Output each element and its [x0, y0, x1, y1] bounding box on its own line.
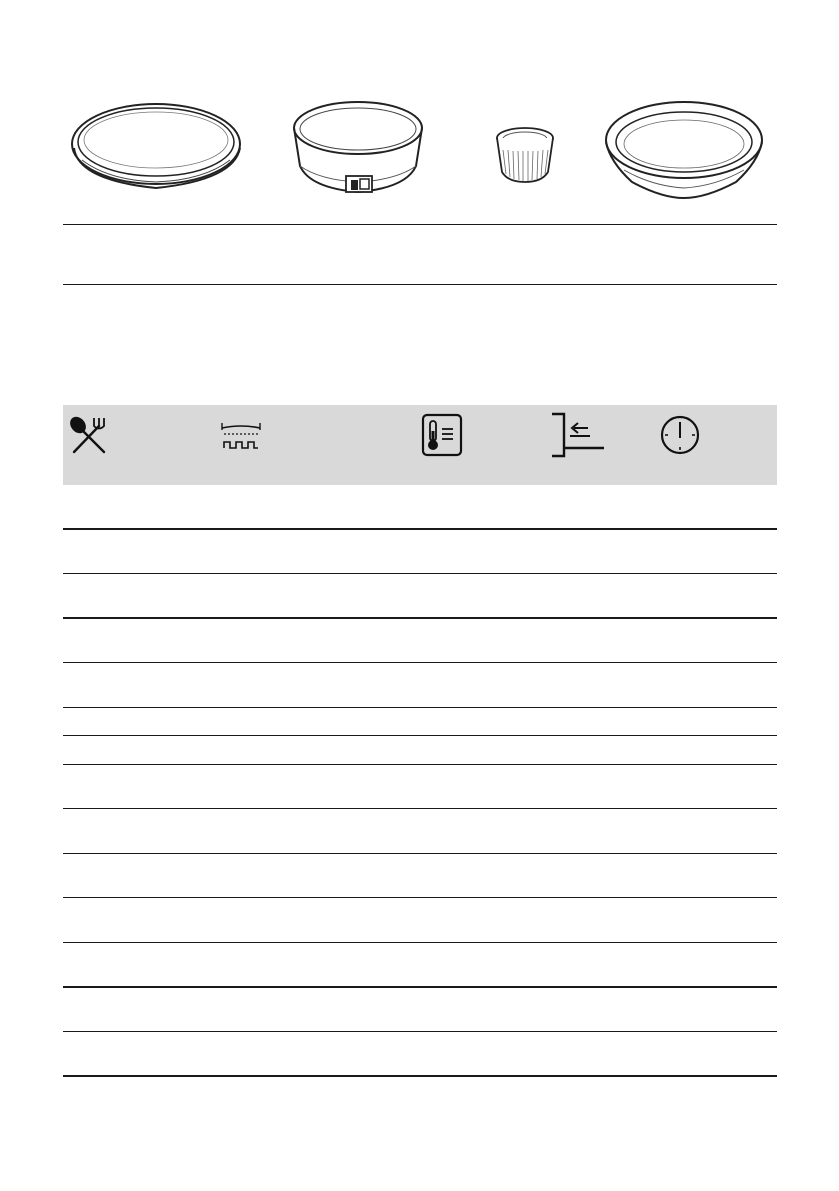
heating-function-icon [221, 423, 261, 449]
table-rule [63, 735, 777, 736]
table-row [63, 988, 777, 1031]
table-rule [63, 1031, 777, 1032]
deep-dish-illustration [605, 101, 763, 200]
table-rule [63, 1075, 777, 1077]
table-row [63, 708, 777, 735]
table-rule [63, 573, 777, 574]
table-rule [63, 986, 777, 988]
table-row [63, 574, 777, 617]
flat-baking-tray-illustration [71, 103, 241, 190]
springform-tin-illustration [293, 101, 423, 194]
table-rule [63, 808, 777, 809]
table-row [63, 809, 777, 853]
table-row [63, 765, 777, 808]
table-rule [63, 853, 777, 854]
shelf-position-icon [552, 412, 604, 458]
table-row [63, 1032, 777, 1075]
table-row [63, 736, 777, 764]
table-rule [63, 764, 777, 765]
table-row [63, 619, 777, 662]
table-row [63, 663, 777, 707]
table-rule [63, 897, 777, 898]
cutlery-icon [70, 416, 106, 454]
timer-icon [660, 415, 700, 455]
table-rule [63, 617, 777, 619]
caption-bottom-rule [63, 284, 777, 285]
table-rule [63, 942, 777, 943]
table-row [63, 898, 777, 942]
table-row [63, 530, 777, 573]
thermometer-icon [421, 413, 463, 457]
ramekin-illustration [496, 127, 554, 183]
table-rule [63, 528, 777, 530]
table-row [63, 854, 777, 897]
table-row [63, 943, 777, 986]
caption-row [63, 225, 777, 284]
table-rule [63, 662, 777, 663]
table-rule [63, 707, 777, 708]
